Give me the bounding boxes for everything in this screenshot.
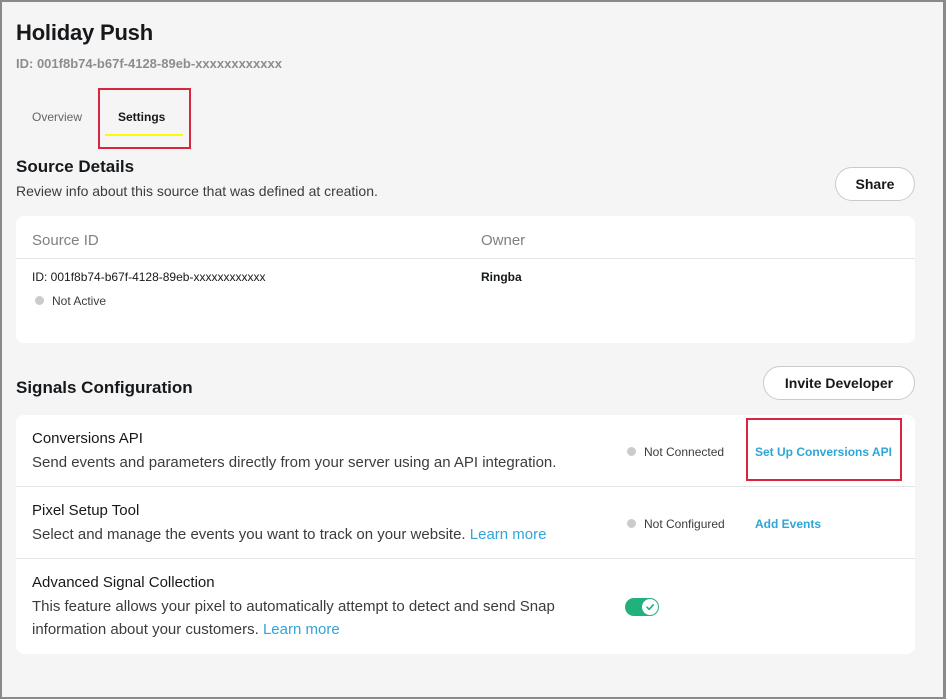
card-divider <box>16 258 915 259</box>
check-icon <box>646 604 654 611</box>
tab-overview[interactable]: Overview <box>32 110 82 124</box>
toggle-knob <box>642 599 658 615</box>
advanced-signal-collection-description: This feature allows your pixel to automa… <box>32 595 555 641</box>
advanced-signal-description-line2: information about your customers. <box>32 621 259 638</box>
advanced-signal-description-line1: This feature allows your pixel to automa… <box>32 598 555 615</box>
advanced-signal-learn-more-link[interactable]: Learn more <box>263 621 340 638</box>
share-button[interactable]: Share <box>835 167 915 201</box>
advanced-signal-toggle[interactable] <box>625 598 659 616</box>
owner-value: Ringba <box>481 270 522 284</box>
row-divider <box>16 486 915 487</box>
advanced-signal-collection-title: Advanced Signal Collection <box>32 574 215 591</box>
signals-configuration-title: Signals Configuration <box>16 378 193 397</box>
pixel-setup-learn-more-link[interactable]: Learn more <box>470 526 547 543</box>
status-dot-icon <box>627 447 636 456</box>
page-source-id: ID: 001f8b74-b67f-4128-89eb-xxxxxxxxxxxx <box>16 56 282 71</box>
source-details-title: Source Details <box>16 157 135 176</box>
highlight-box-set-up-conversions-api <box>746 418 902 481</box>
invite-developer-button[interactable]: Invite Developer <box>763 366 915 400</box>
column-header-source-id: Source ID <box>32 232 99 249</box>
conversions-api-title: Conversions API <box>32 430 143 447</box>
conversions-api-description: Send events and parameters directly from… <box>32 454 557 471</box>
pixel-setup-status: Not Configured <box>644 517 725 531</box>
pixel-setup-tool-title: Pixel Setup Tool <box>32 502 140 519</box>
highlight-box-settings-tab <box>98 88 191 149</box>
pixel-setup-description-text: Select and manage the events you want to… <box>32 526 466 543</box>
source-status: Not Active <box>52 294 107 308</box>
page-title: Holiday Push <box>16 20 153 45</box>
page-frame: Holiday Push ID: 001f8b74-b67f-4128-89eb… <box>0 0 946 699</box>
source-id-value: ID: 001f8b74-b67f-4128-89eb-xxxxxxxxxxxx <box>32 270 266 284</box>
pixel-setup-tool-description: Select and manage the events you want to… <box>32 523 546 546</box>
status-dot-icon <box>35 296 44 305</box>
source-details-card: Source ID Owner ID: 001f8b74-b67f-4128-8… <box>16 216 915 343</box>
row-divider <box>16 558 915 559</box>
source-details-subtitle: Review info about this source that was d… <box>16 183 378 199</box>
column-header-owner: Owner <box>481 232 526 249</box>
conversions-api-status: Not Connected <box>644 445 725 459</box>
status-dot-icon <box>627 519 636 528</box>
add-events-link[interactable]: Add Events <box>755 517 821 531</box>
